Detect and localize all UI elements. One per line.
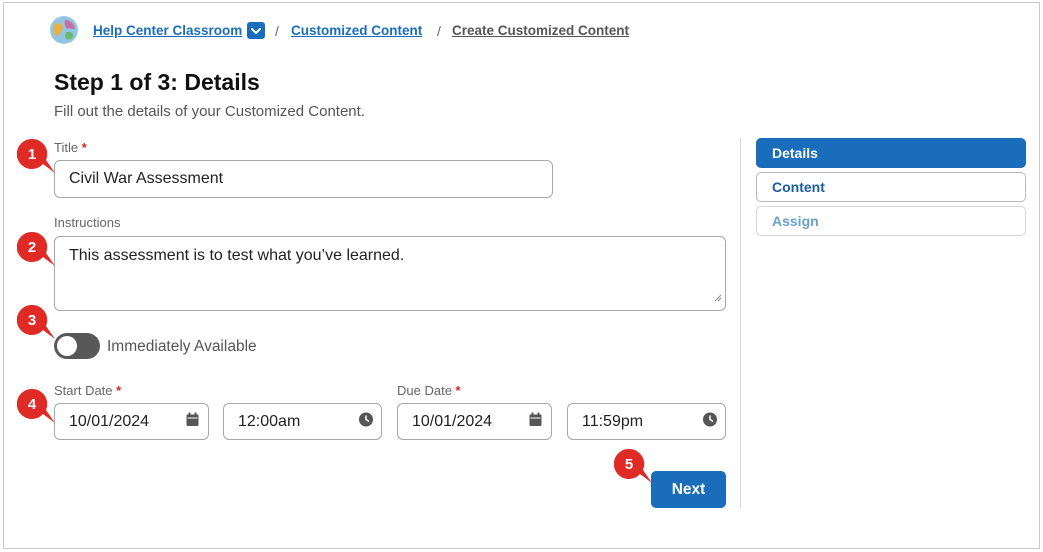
panel-divider (740, 138, 741, 508)
start-date-label: Start Date * (54, 383, 121, 398)
callout-marker: 2 (17, 232, 55, 266)
step-assign: Assign (756, 206, 1026, 236)
callout-marker: 4 (17, 389, 55, 423)
callout-number: 5 (624, 455, 634, 473)
callout-marker: 1 (17, 139, 55, 173)
instructions-value: This assessment is to test what you’ve l… (69, 247, 405, 264)
title-label-text: Title (54, 140, 79, 155)
callout-marker: 5 (614, 449, 652, 483)
next-button[interactable]: Next (651, 471, 726, 508)
due-date-value: 10/01/2024 (412, 412, 493, 430)
required-asterisk: * (116, 383, 122, 398)
required-asterisk: * (81, 140, 87, 155)
start-time-value: 12:00am (238, 412, 301, 430)
due-date-label: Due Date * (397, 383, 461, 398)
resize-handle-icon[interactable] (713, 289, 722, 307)
callout-number: 3 (27, 311, 37, 329)
instructions-label: Instructions (54, 215, 121, 230)
step-content[interactable]: Content (756, 172, 1026, 202)
immediately-available-label: Immediately Available (107, 338, 257, 355)
globe-avatar-icon (50, 16, 78, 44)
start-date-value: 10/01/2024 (69, 412, 150, 430)
page-title: Step 1 of 3: Details (54, 69, 260, 95)
breadcrumb-current-page[interactable]: Create Customized Content (452, 23, 629, 38)
due-date-label-text: Due Date (397, 383, 452, 398)
toggle-knob (57, 336, 77, 356)
start-date-input[interactable]: 10/01/2024 (54, 403, 209, 440)
breadcrumb-separator: / (437, 23, 441, 39)
page-subtitle: Fill out the details of your Customized … (54, 103, 365, 120)
title-input[interactable]: Civil War Assessment (54, 160, 553, 198)
start-date-label-text: Start Date (54, 383, 113, 398)
callout-number: 2 (27, 238, 37, 256)
step-details[interactable]: Details (756, 138, 1026, 168)
breadcrumb-classroom-link[interactable]: Help Center Classroom (93, 23, 242, 38)
breadcrumb-separator: / (275, 23, 279, 39)
due-time-input[interactable]: 11:59pm (567, 403, 726, 440)
callout-marker: 3 (17, 305, 55, 339)
classroom-dropdown-button[interactable] (247, 22, 265, 39)
chevron-down-icon (251, 22, 261, 40)
title-label: Title * (54, 140, 87, 155)
title-input-value: Civil War Assessment (69, 170, 224, 187)
due-time-value: 11:59pm (582, 412, 644, 430)
required-asterisk: * (455, 383, 461, 398)
callout-number: 4 (27, 395, 37, 413)
callout-number: 1 (27, 145, 37, 163)
breadcrumb-customized-content-link[interactable]: Customized Content (291, 23, 422, 38)
immediately-available-toggle[interactable] (54, 333, 100, 359)
clock-icon[interactable] (703, 412, 717, 431)
instructions-textarea[interactable]: This assessment is to test what you’ve l… (54, 236, 726, 311)
due-date-input[interactable]: 10/01/2024 (397, 403, 552, 440)
clock-icon[interactable] (359, 412, 373, 431)
calendar-icon[interactable] (186, 412, 199, 431)
start-time-input[interactable]: 12:00am (223, 403, 382, 440)
calendar-icon[interactable] (529, 412, 542, 431)
